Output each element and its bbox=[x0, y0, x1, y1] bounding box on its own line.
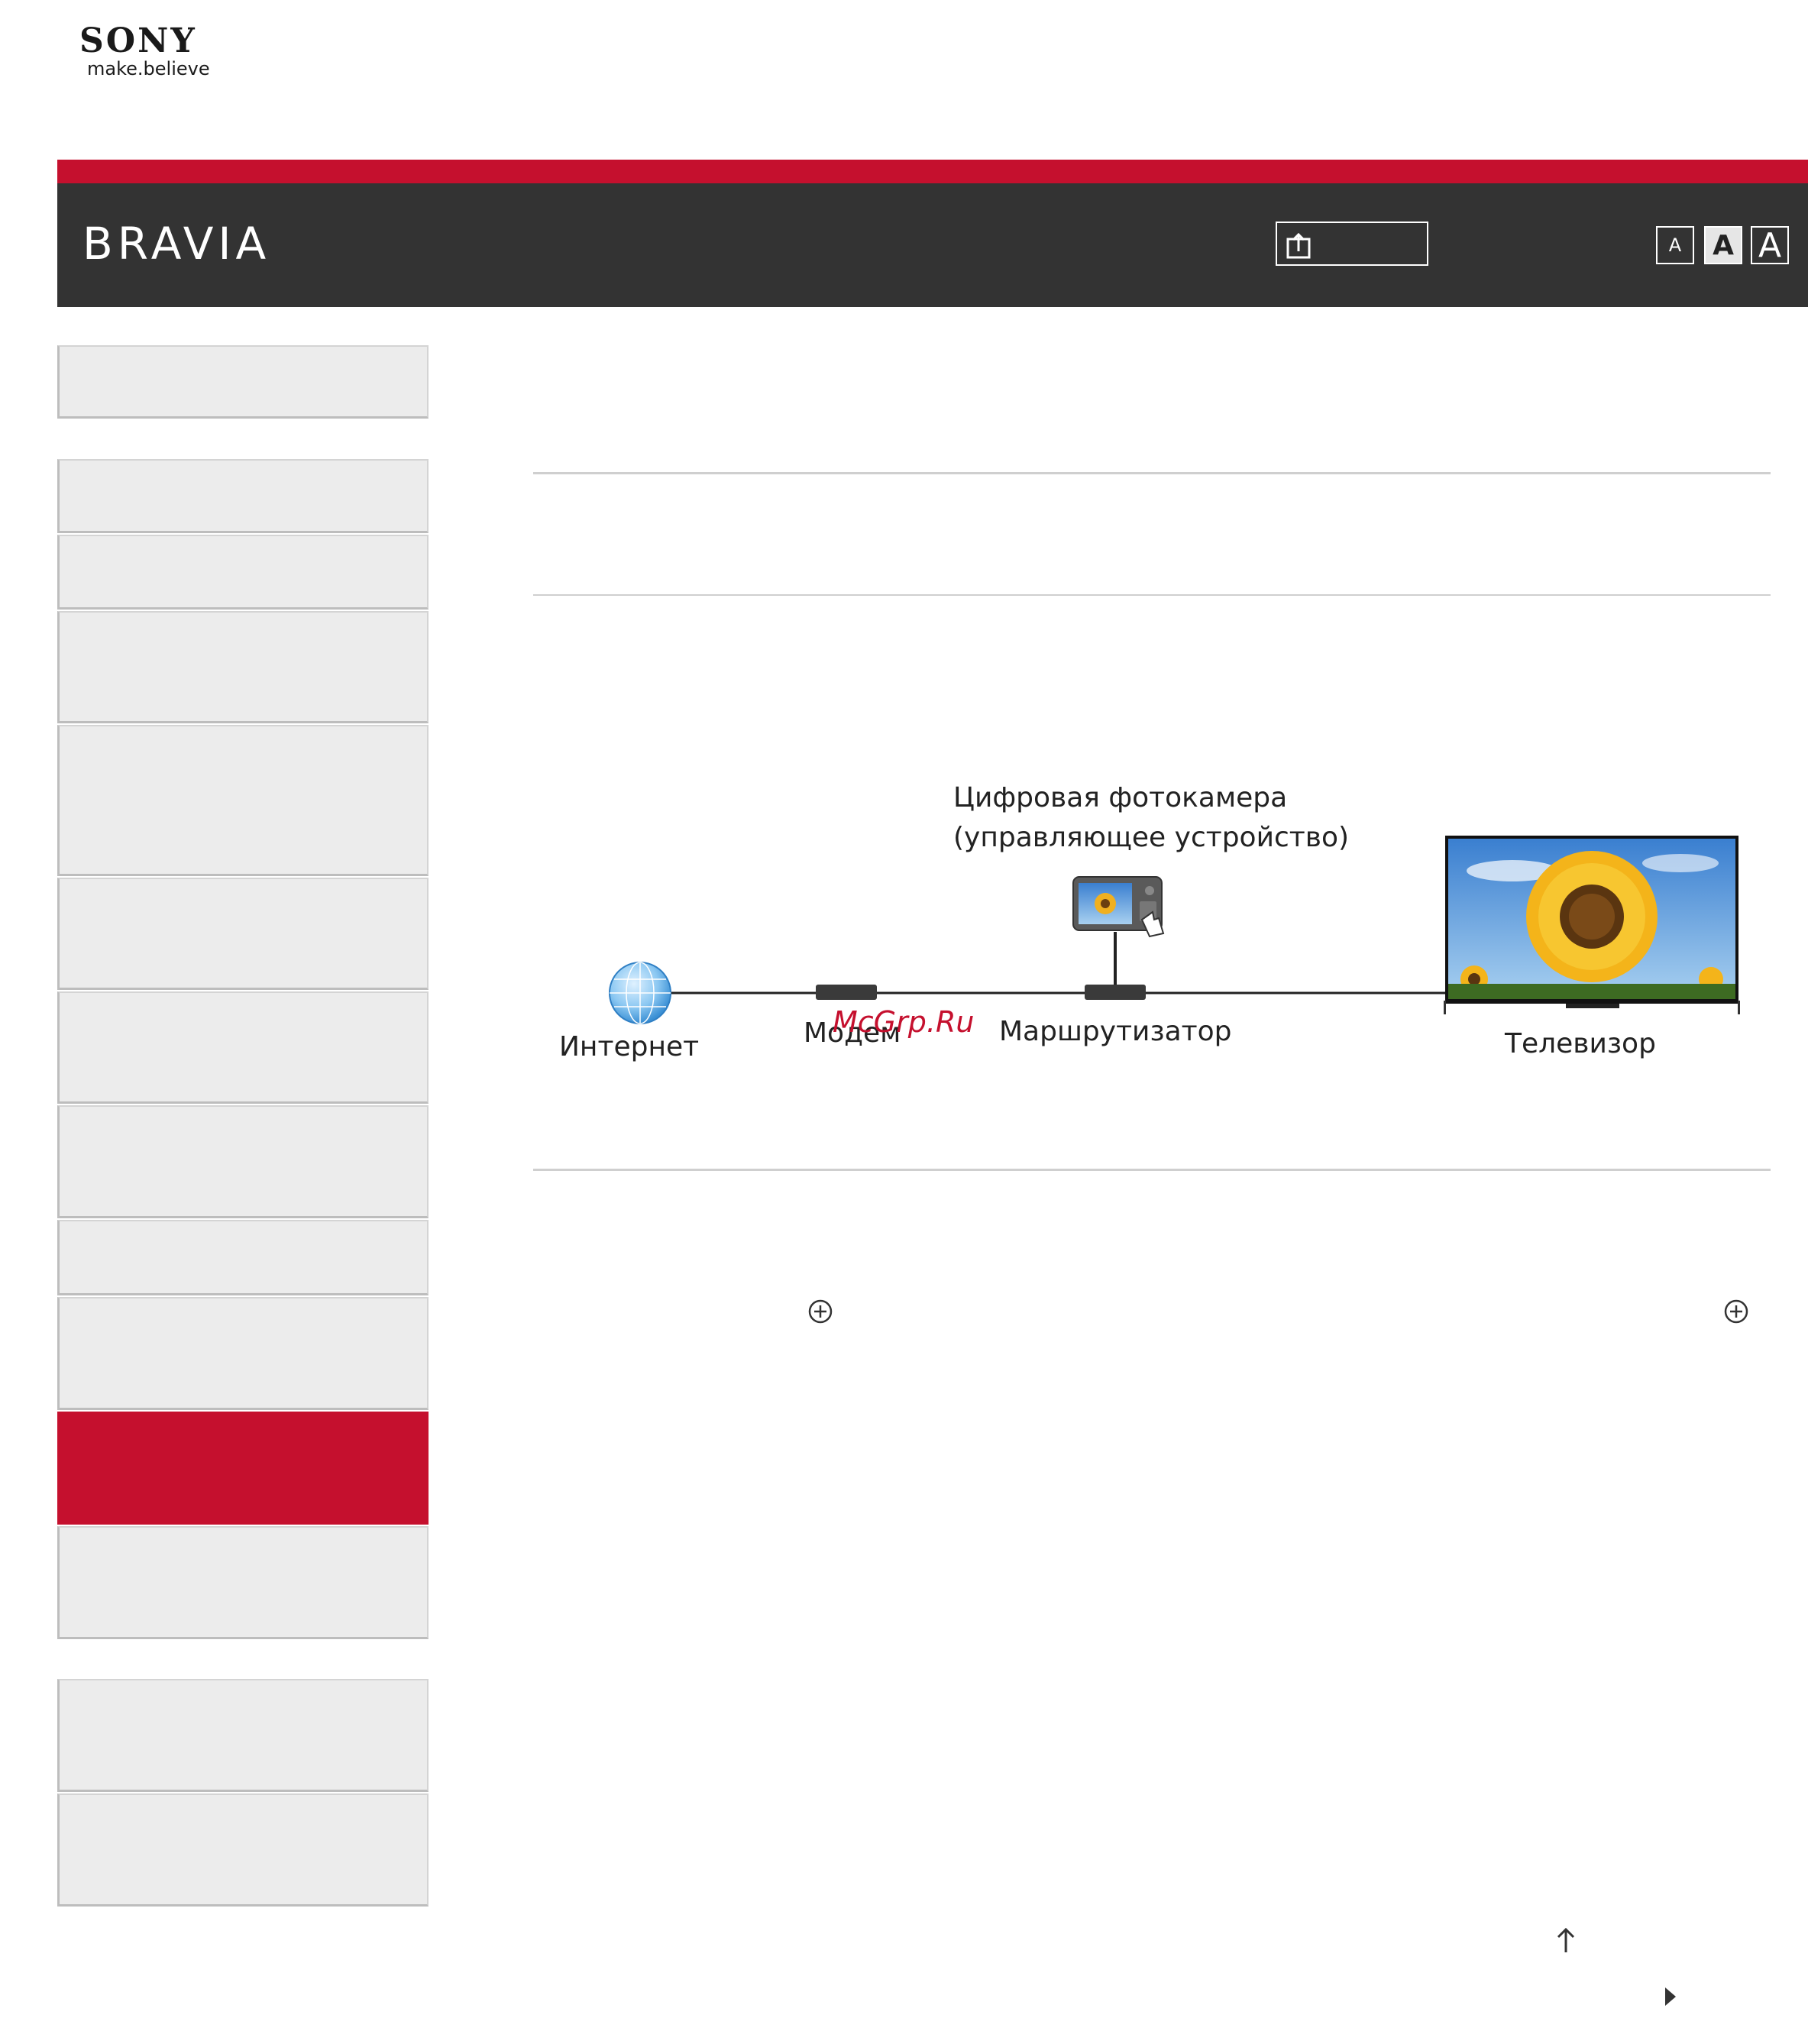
logo-tagline: make.believe bbox=[87, 58, 210, 79]
camera-label-line1: Цифровая фотокамера bbox=[953, 782, 1288, 813]
sony-logo: SONY make.believe bbox=[79, 21, 232, 82]
section-divider bbox=[533, 594, 1771, 596]
share-button[interactable] bbox=[1276, 222, 1428, 266]
internet-globe-icon bbox=[609, 962, 671, 1024]
sidebar-item-10[interactable] bbox=[57, 1297, 429, 1410]
section-divider bbox=[533, 472, 1771, 474]
watermark: McGrp.Ru bbox=[833, 1005, 975, 1039]
internet-label: Интернет bbox=[559, 1031, 700, 1062]
tv-icon bbox=[1444, 836, 1740, 1014]
circle-plus-icon[interactable] bbox=[1723, 1299, 1749, 1324]
sidebar-item-8[interactable] bbox=[57, 1105, 429, 1218]
font-size-small-button[interactable]: A bbox=[1656, 226, 1694, 264]
digital-camera-icon bbox=[1072, 876, 1165, 938]
tv-label: Телевизор bbox=[1505, 1028, 1656, 1059]
sidebar-item-14[interactable] bbox=[57, 1793, 429, 1907]
app-title: BRAVIA bbox=[82, 218, 271, 270]
network-diagram: Цифровая фотокамера (управляющее устройс… bbox=[550, 779, 1757, 1100]
sidebar-item-5[interactable] bbox=[57, 725, 429, 876]
share-icon bbox=[1286, 232, 1311, 259]
font-size-large-button[interactable]: A bbox=[1751, 226, 1789, 265]
modem-icon bbox=[816, 985, 877, 1000]
sidebar-item-13[interactable] bbox=[57, 1679, 429, 1792]
sidebar-item-9[interactable] bbox=[57, 1220, 429, 1295]
router-icon bbox=[1085, 985, 1146, 1000]
sidebar-item-12[interactable] bbox=[57, 1526, 429, 1639]
font-size-medium-button[interactable]: A bbox=[1704, 226, 1742, 264]
sidebar-item-7[interactable] bbox=[57, 991, 429, 1104]
header-accent-strip bbox=[57, 160, 1808, 183]
logo-brand: SONY bbox=[79, 21, 197, 60]
circle-plus-icon[interactable] bbox=[807, 1299, 833, 1324]
sidebar-item-2[interactable] bbox=[57, 459, 429, 533]
sidebar-item-11-active[interactable] bbox=[57, 1412, 429, 1525]
triangle-right-icon[interactable] bbox=[1662, 1986, 1679, 2007]
section-divider bbox=[533, 1169, 1771, 1171]
sidebar-item-1[interactable] bbox=[57, 345, 429, 419]
header-bar bbox=[57, 183, 1808, 307]
sidebar-item-4[interactable] bbox=[57, 611, 429, 723]
router-label: Маршрутизатор bbox=[999, 1016, 1232, 1047]
sidebar-item-6[interactable] bbox=[57, 878, 429, 990]
sidebar-item-3[interactable] bbox=[57, 535, 429, 610]
camera-label-line2: (управляющее устройство) bbox=[953, 822, 1350, 853]
arrow-up-icon[interactable] bbox=[1554, 1925, 1578, 1955]
